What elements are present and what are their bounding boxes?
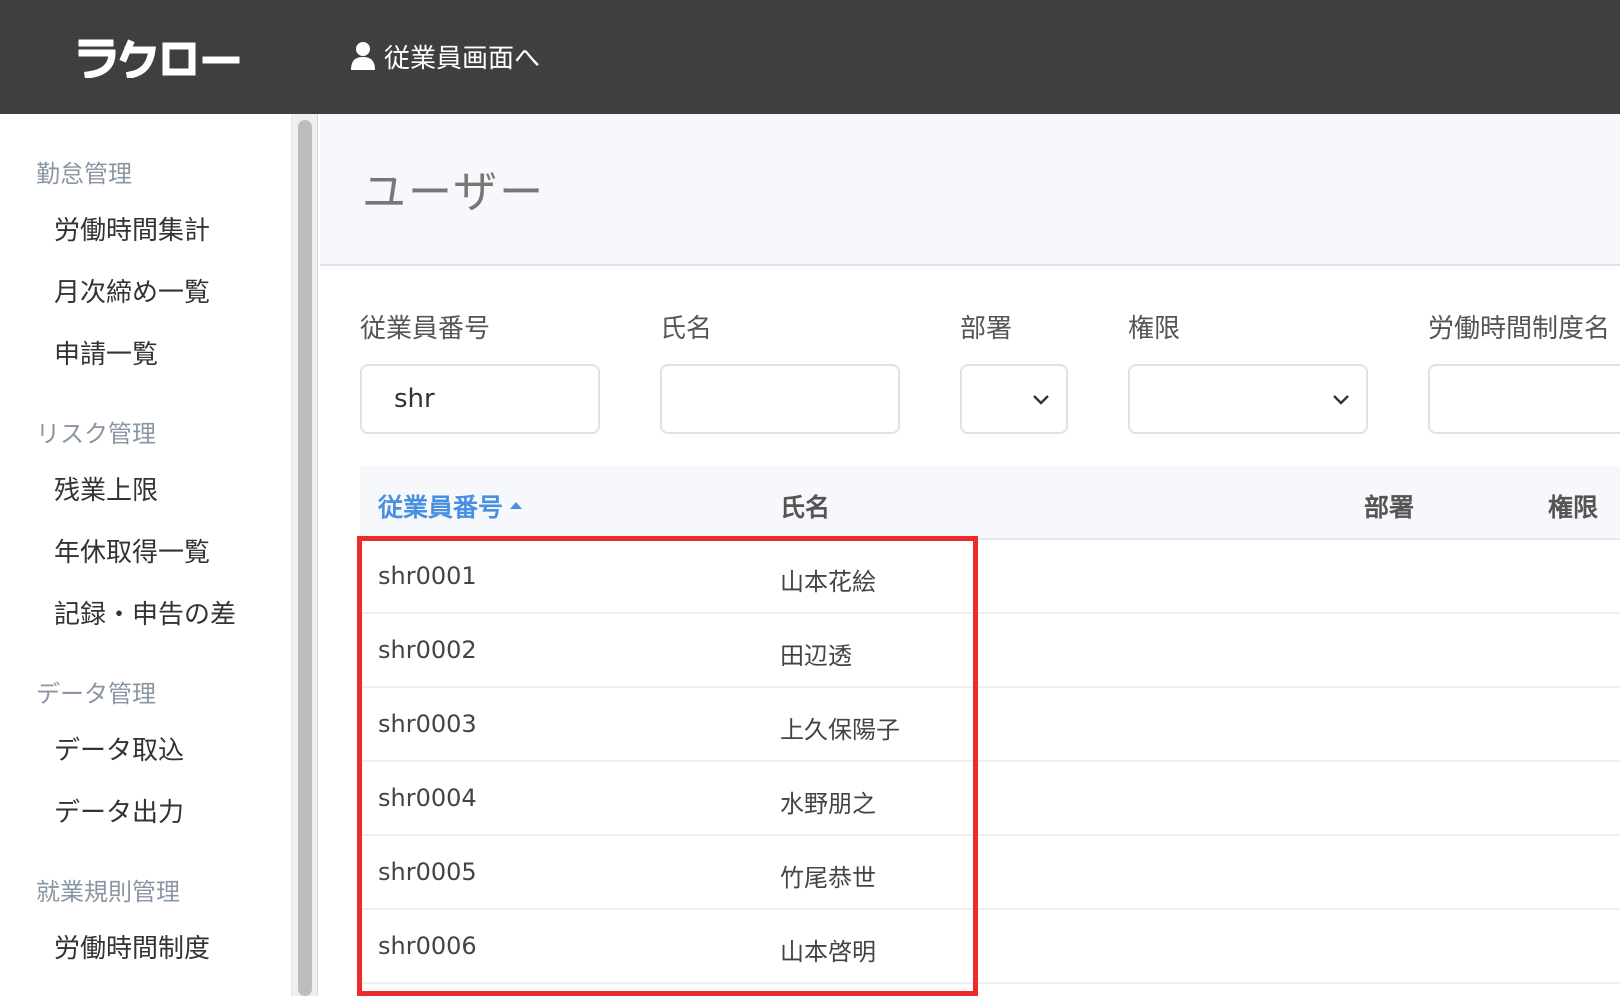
page-header: ユーザー [320, 114, 1620, 266]
name-filter [660, 364, 900, 434]
sidebar-item-record-diff[interactable]: 記録・申告の差 [54, 594, 236, 631]
filter-label-department: 部署 [960, 314, 1013, 344]
chevron-down-icon [1033, 395, 1049, 405]
sidebar-item-monthly-closing[interactable]: 月次締め一覧 [54, 272, 210, 309]
filter-label-employee-number: 従業員番号 [360, 314, 491, 344]
column-header-label: 従業員番号 [378, 493, 504, 522]
sidebar-scrollbar[interactable] [292, 114, 318, 996]
cell-name: 田辺透 [780, 642, 852, 670]
table-row[interactable]: shr0002 田辺透 [360, 614, 1620, 688]
sidebar-scrollbar-thumb[interactable] [298, 120, 312, 996]
main-content: ユーザー 従業員番号 氏名 部署 権限 労働時間制度名 従業員番号 氏名 部署 … [320, 114, 1620, 996]
sidebar-item-work-hours-summary[interactable]: 労働時間集計 [54, 210, 210, 247]
sidebar-group-data: データ管理 [36, 680, 156, 708]
table-row[interactable]: shr0001 山本花絵 [360, 540, 1620, 614]
sidebar: 勤怠管理 労働時間集計 月次締め一覧 申請一覧 リスク管理 残業上限 年休取得一… [0, 114, 292, 996]
employee-number-input[interactable] [362, 366, 598, 432]
user-icon [351, 42, 375, 70]
table-row[interactable]: shr0004 水野朋之 [360, 762, 1620, 836]
department-select[interactable] [960, 364, 1068, 434]
table-header: 従業員番号 氏名 部署 権限 [360, 466, 1620, 540]
cell-employee-number: shr0002 [378, 636, 477, 664]
sidebar-item-work-system[interactable]: 労働時間制度 [54, 928, 210, 965]
top-navigation-bar: 従業員画面へ [0, 0, 1620, 114]
app-logo[interactable] [78, 38, 240, 78]
cell-employee-number: shr0001 [378, 562, 477, 590]
cell-name: 水野朋之 [780, 790, 876, 818]
cell-name: 山本啓明 [780, 938, 876, 966]
work-system-input[interactable] [1430, 366, 1620, 432]
column-header-name[interactable]: 氏名 [780, 488, 830, 524]
employee-link-label: 従業員画面へ [384, 43, 541, 74]
column-header-department[interactable]: 部署 [1364, 488, 1414, 524]
employee-screen-link[interactable]: 従業員画面へ [350, 36, 540, 76]
table-row[interactable]: shr0005 竹尾恭世 [360, 836, 1620, 910]
table-row[interactable]: shr0003 上久保陽子 [360, 688, 1620, 762]
cell-name: 山本花絵 [780, 568, 876, 596]
chevron-down-icon [1333, 395, 1349, 405]
logo-mark [78, 39, 240, 78]
sidebar-item-overtime-limit[interactable]: 残業上限 [54, 470, 158, 507]
cell-name: 上久保陽子 [780, 716, 900, 744]
filter-label-name: 氏名 [660, 314, 713, 344]
cell-employee-number: shr0003 [378, 710, 477, 738]
sidebar-item-annual-leave[interactable]: 年休取得一覧 [54, 532, 210, 569]
column-header-permission[interactable]: 権限 [1548, 488, 1598, 524]
sidebar-item-requests[interactable]: 申請一覧 [54, 334, 158, 371]
employee-number-filter [360, 364, 600, 434]
filter-label-permission: 権限 [1128, 314, 1181, 344]
sidebar-group-rules: 就業規則管理 [36, 878, 180, 906]
work-system-filter [1428, 364, 1620, 434]
cell-employee-number: shr0006 [378, 932, 477, 960]
sort-ascending-icon [510, 502, 523, 509]
cell-employee-number: shr0004 [378, 784, 477, 812]
table-row[interactable]: shr0006 山本啓明 [360, 910, 1620, 984]
cell-employee-number: shr0005 [378, 858, 477, 886]
sidebar-item-data-import[interactable]: データ取込 [54, 730, 184, 767]
page-title: ユーザー [362, 167, 546, 218]
cell-name: 竹尾恭世 [780, 864, 876, 892]
column-header-employee-number[interactable]: 従業員番号 [378, 488, 523, 524]
filter-label-work-system: 労働時間制度名 [1428, 314, 1611, 344]
name-input[interactable] [662, 366, 898, 432]
sidebar-item-data-export[interactable]: データ出力 [54, 792, 184, 829]
sidebar-group-attendance: 勤怠管理 [36, 160, 132, 188]
permission-select[interactable] [1128, 364, 1368, 434]
sidebar-group-risk: リスク管理 [36, 420, 156, 448]
